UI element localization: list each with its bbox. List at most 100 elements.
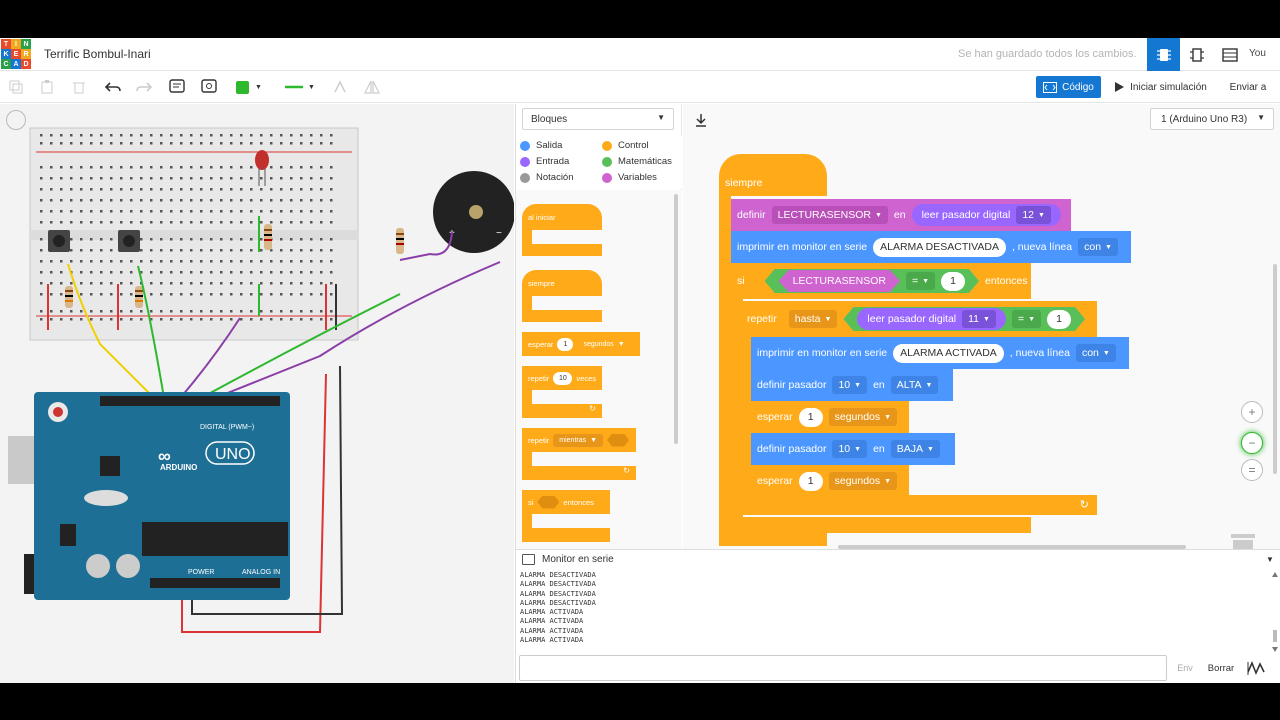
wait-value[interactable]: 1 xyxy=(798,407,823,427)
if-block[interactable]: si LECTURASENSOR = ▼ 1 entonces xyxy=(731,263,1031,299)
category-matemáticas[interactable]: Matemáticas xyxy=(602,156,672,167)
if-block[interactable]: si entonces xyxy=(522,490,610,514)
category-salida[interactable]: Salida xyxy=(520,140,562,151)
pushbutton-2[interactable] xyxy=(118,230,140,252)
note-icon[interactable] xyxy=(167,77,187,97)
piezo-buzzer[interactable]: + − xyxy=(433,171,514,253)
repeat-until-block[interactable]: repetir hasta ▼ leer pasador digital 11 ▼ =… xyxy=(741,301,1097,337)
category-variables[interactable]: Variables xyxy=(602,172,657,183)
serial-print-block[interactable]: imprimir en monitor en serie ALARMA DESA… xyxy=(731,231,1131,263)
zoom-in-icon[interactable]: + xyxy=(1241,401,1263,423)
wait-value[interactable]: 1 xyxy=(557,337,574,351)
wait-unit-dropdown[interactable]: segundos ▼ xyxy=(828,472,898,490)
chevron-down-icon[interactable]: ▼ xyxy=(1266,555,1274,564)
breadboard[interactable] xyxy=(29,127,359,341)
category-notación[interactable]: Notación xyxy=(520,172,574,183)
zoom-reset-icon[interactable]: = xyxy=(1241,459,1263,481)
variable-dropdown[interactable]: LECTURASENSOR ▼ xyxy=(771,206,888,224)
redo-icon[interactable] xyxy=(134,77,154,97)
rotate-icon[interactable] xyxy=(330,77,350,97)
compare-value[interactable]: 1 xyxy=(941,272,965,291)
resistor-3[interactable] xyxy=(264,224,272,250)
forever-block[interactable]: siempre xyxy=(522,270,602,296)
print-text-value[interactable]: ALARMA ACTIVADA xyxy=(893,343,1004,363)
read-digital-pin-block[interactable]: leer pasador digital 12 ▼ xyxy=(911,204,1061,226)
variable-reporter[interactable]: LECTURASENSOR xyxy=(779,270,900,292)
send-button[interactable]: Env xyxy=(1171,658,1199,678)
component-list-button[interactable] xyxy=(1213,38,1246,71)
delete-icon[interactable] xyxy=(69,77,89,97)
forever-hat-block[interactable]: siempre xyxy=(719,154,827,196)
while-dropdown[interactable]: mientras ▼ xyxy=(553,433,604,447)
wait-unit-dropdown[interactable]: segundos ▼ xyxy=(828,408,898,426)
clear-button[interactable]: Borrar xyxy=(1204,658,1238,678)
repeat-while-block[interactable]: repetir mientras ▼ xyxy=(522,428,636,452)
equals-condition[interactable]: leer pasador digital 11 ▼ = ▼ 1 xyxy=(843,307,1085,331)
notes-visibility-icon[interactable] xyxy=(199,77,219,97)
serial-input-field[interactable] xyxy=(519,655,1167,681)
print-text-value[interactable]: ALARMA DESACTIVADA xyxy=(873,237,1006,257)
workspace-vertical-scrollbar[interactable] xyxy=(1273,264,1277,474)
paste-icon[interactable] xyxy=(37,77,57,97)
schematic-view-button[interactable] xyxy=(1180,38,1213,71)
circuit-canvas[interactable]: + − ∞ UNO ARDUINO DIGITAL (PWM~) POWER A… xyxy=(0,104,514,683)
download-code-icon[interactable] xyxy=(691,110,711,130)
resistor-4[interactable] xyxy=(396,228,404,254)
set-pin-block[interactable]: definir pasador 10 ▼ en ALTA ▼ xyxy=(751,369,953,401)
tinkercad-logo[interactable]: TINKERCAD xyxy=(1,39,31,69)
serial-monitor-header[interactable]: Monitor en serie ▼ xyxy=(516,550,1280,570)
category-control[interactable]: Control xyxy=(602,140,649,151)
repeat-times-block[interactable]: repetir 10 veces xyxy=(522,366,602,390)
pin-state-dropdown[interactable]: BAJA ▼ xyxy=(890,440,940,458)
wait-block[interactable]: esperar 1 segundos ▼ xyxy=(751,401,909,433)
on-start-block[interactable]: al iniciar xyxy=(522,204,602,230)
set-variable-block[interactable]: definir LECTURASENSOR ▼ en leer pasador d… xyxy=(731,199,1071,231)
pin-state-dropdown[interactable]: ALTA ▼ xyxy=(890,376,939,394)
code-mode-select[interactable]: Bloques ▼ xyxy=(522,108,674,130)
set-pin-block[interactable]: definir pasador 10 ▼ en BAJA ▼ xyxy=(751,433,955,465)
color-picker[interactable]: ▼ xyxy=(234,77,264,97)
newline-dropdown[interactable]: con ▼ xyxy=(1075,344,1116,362)
copy-icon[interactable] xyxy=(6,77,26,97)
palette-scrollbar[interactable] xyxy=(674,194,678,444)
wait-value[interactable]: 1 xyxy=(798,471,823,491)
condition-slot[interactable] xyxy=(537,496,559,509)
wait-block[interactable]: esperar 1 segundos ▼ xyxy=(751,465,909,497)
code-button[interactable]: Código xyxy=(1036,76,1101,98)
pin-dropdown[interactable]: 11 ▼ xyxy=(962,310,996,328)
read-digital-pin-block[interactable]: leer pasador digital 11 ▼ xyxy=(857,308,1006,330)
condition-slot[interactable] xyxy=(607,434,629,447)
pin-dropdown[interactable]: 10 ▼ xyxy=(832,440,868,458)
newline-dropdown[interactable]: con ▼ xyxy=(1078,238,1118,256)
operator-dropdown[interactable]: = ▼ xyxy=(906,272,935,290)
block-workspace[interactable]: 1 (Arduino Uno R3) ▼ siempre definir LEC… xyxy=(683,104,1280,549)
pin-dropdown[interactable]: 12 ▼ xyxy=(1016,206,1051,224)
wire-type-picker[interactable]: ▼ xyxy=(282,77,318,97)
category-entrada[interactable]: Entrada xyxy=(520,156,569,167)
zoom-out-icon[interactable]: − xyxy=(1241,432,1263,454)
user-avatar[interactable]: You xyxy=(1249,48,1266,59)
wait-block[interactable]: esperar 1 segundos ▼ xyxy=(522,332,640,356)
if-label: si xyxy=(528,497,534,507)
project-title[interactable]: Terrific Bombul-Inari xyxy=(44,47,151,61)
resistor-2[interactable] xyxy=(135,286,143,308)
send-to-button[interactable]: Enviar a xyxy=(1222,76,1274,98)
until-dropdown[interactable]: hasta ▼ xyxy=(788,310,838,328)
graph-button[interactable] xyxy=(1243,655,1271,681)
start-simulation-button[interactable]: Iniciar simulación xyxy=(1106,76,1216,98)
resistor-1[interactable] xyxy=(65,286,73,308)
board-select[interactable]: 1 (Arduino Uno R3) ▼ xyxy=(1150,108,1274,130)
arduino-uno-board[interactable]: ∞ UNO ARDUINO DIGITAL (PWM~) POWER ANALO… xyxy=(8,392,290,600)
pin-dropdown[interactable]: 10 ▼ xyxy=(832,376,868,394)
repeat-value[interactable]: 10 xyxy=(553,371,573,385)
flip-icon[interactable] xyxy=(362,77,382,97)
operator-dropdown[interactable]: = ▼ xyxy=(1012,310,1041,328)
equals-condition[interactable]: LECTURASENSOR = ▼ 1 xyxy=(765,269,979,293)
compare-value[interactable]: 1 xyxy=(1047,310,1071,329)
serial-scrollbar[interactable] xyxy=(1272,572,1278,652)
serial-print-block[interactable]: imprimir en monitor en serie ALARMA ACTI… xyxy=(751,337,1129,369)
circuit-view-button[interactable] xyxy=(1147,38,1180,71)
pushbutton-1[interactable] xyxy=(48,230,70,252)
undo-icon[interactable] xyxy=(103,77,123,97)
wait-unit-dropdown[interactable]: segundos ▼ xyxy=(577,338,630,351)
